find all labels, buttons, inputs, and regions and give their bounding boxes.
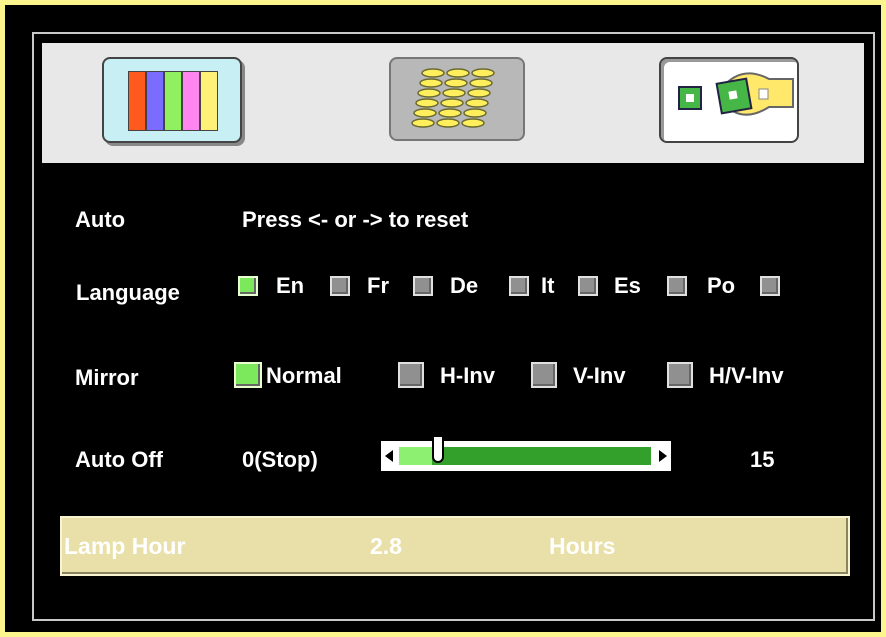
lamp-coils-icon <box>411 68 495 128</box>
tab-setup[interactable] <box>659 57 799 143</box>
slider-right-arrow-icon[interactable] <box>659 450 667 462</box>
language-de-label: De <box>450 273 479 298</box>
language-fr-checkbox[interactable] <box>330 276 350 296</box>
tab-color[interactable] <box>102 57 242 143</box>
language-it-checkbox[interactable] <box>509 276 529 296</box>
auto-label: Auto <box>75 207 126 232</box>
language-en-checkbox[interactable] <box>238 276 258 296</box>
language-fr-label: Fr <box>367 273 389 298</box>
auto-off-label: Auto Off <box>75 447 163 472</box>
language-it-label: It <box>541 273 555 298</box>
mirror-label: Mirror <box>75 365 139 390</box>
language-es-label: Es <box>614 273 641 298</box>
language-es-checkbox[interactable] <box>578 276 598 296</box>
lamp-hour-label: Lamp Hour <box>64 533 186 559</box>
color-bar <box>164 71 182 131</box>
auto-off-min-label: 0(Stop) <box>242 447 318 472</box>
slider-thumb[interactable] <box>432 435 444 463</box>
mirror-hv-inv-checkbox[interactable] <box>667 362 693 388</box>
language-po-label: Po <box>707 273 736 298</box>
color-bars-icon <box>128 71 218 131</box>
mirror-v-inv-checkbox[interactable] <box>531 362 557 388</box>
tab-image[interactable] <box>389 57 525 141</box>
tab-bar <box>42 43 864 163</box>
slider-left-arrow-icon[interactable] <box>385 450 393 462</box>
color-bar <box>128 71 146 131</box>
language-po-checkbox[interactable] <box>667 276 687 296</box>
auto-off-slider[interactable] <box>381 435 671 471</box>
mirror-v-inv-label: V-Inv <box>573 363 626 388</box>
auto-reset-hint: Press <- or -> to reset <box>242 207 469 232</box>
lamp-hour-bar: Lamp Hour 2.8 Hours <box>60 516 850 576</box>
language-extra-checkbox[interactable] <box>760 276 780 296</box>
language-label: Language <box>76 280 180 305</box>
auto-off-max-label: 15 <box>750 447 775 472</box>
lamp-hour-unit: Hours <box>549 533 616 559</box>
color-bar <box>200 71 218 131</box>
language-en-label: En <box>276 273 305 298</box>
mirror-normal-label: Normal <box>266 363 342 388</box>
mirror-h-inv-label: H-Inv <box>440 363 495 388</box>
mirror-h-inv-checkbox[interactable] <box>398 362 424 388</box>
language-de-checkbox[interactable] <box>413 276 433 296</box>
mirror-hv-inv-label: H/V-Inv <box>709 363 784 388</box>
color-bar <box>182 71 200 131</box>
mirror-normal-checkbox[interactable] <box>234 362 262 388</box>
wrench-icon <box>678 72 794 116</box>
lamp-hour-value: 2.8 <box>370 533 402 559</box>
slider-fill <box>399 447 432 465</box>
color-bar <box>146 71 164 131</box>
